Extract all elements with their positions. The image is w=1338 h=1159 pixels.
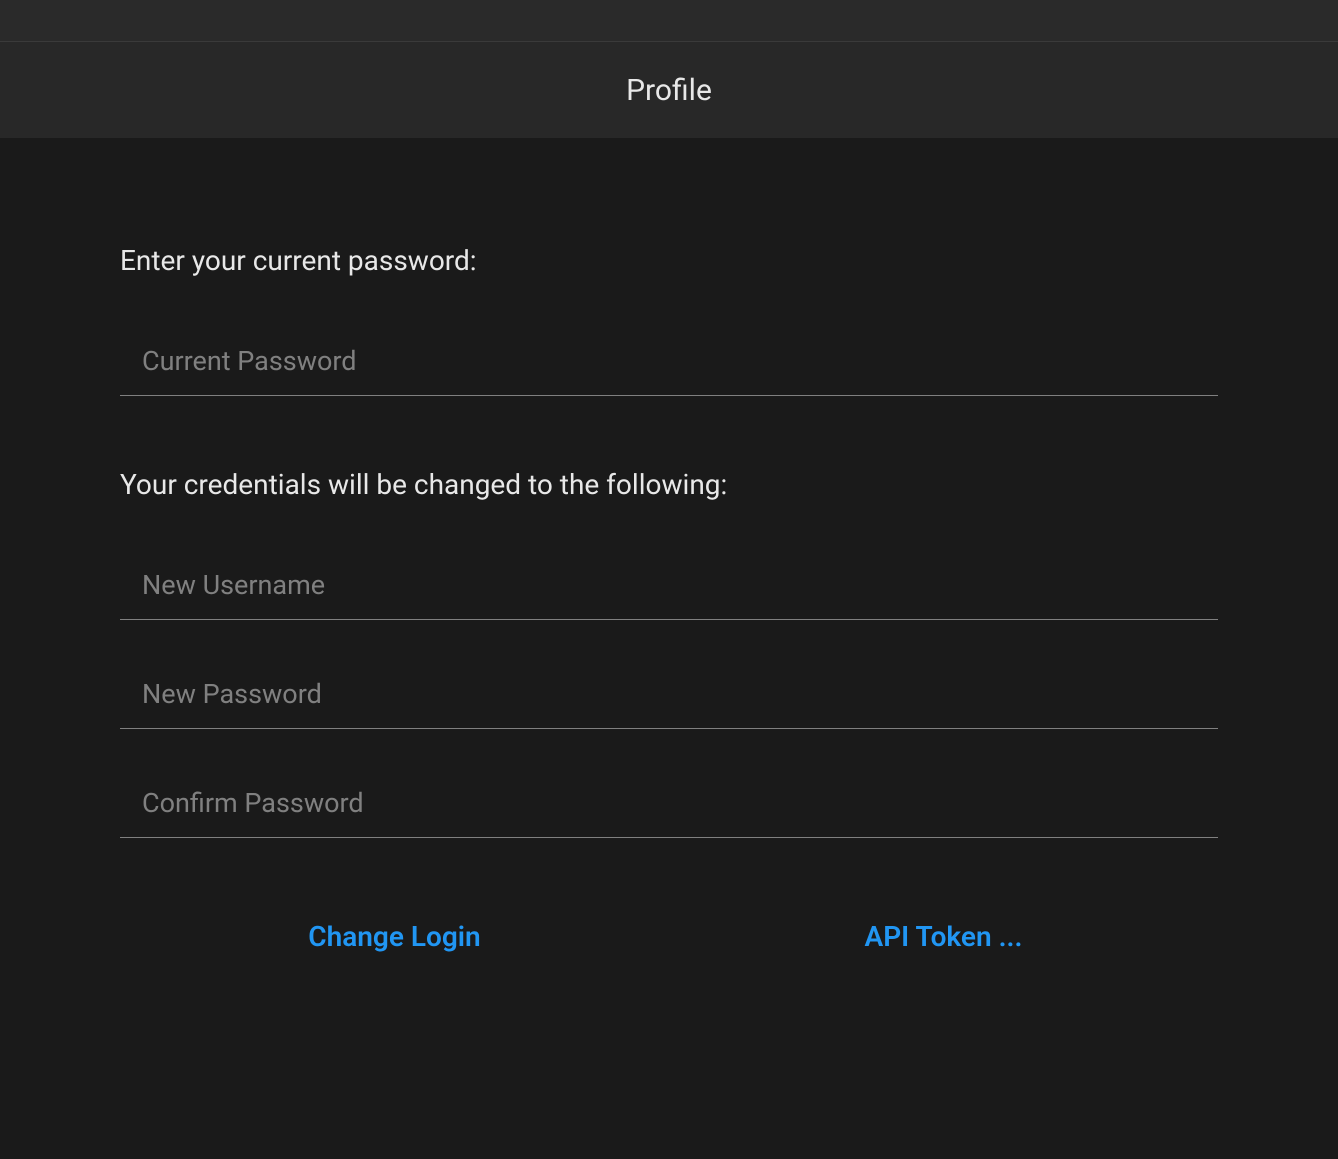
current-password-label: Enter your current password: [120,244,1218,277]
api-token-button[interactable]: API Token ... [669,908,1218,965]
action-buttons: Change Login API Token ... [120,908,1218,965]
top-bar [0,0,1338,42]
confirm-password-input[interactable] [120,769,1218,838]
new-username-input[interactable] [120,551,1218,620]
change-login-button[interactable]: Change Login [120,908,669,965]
new-password-input[interactable] [120,660,1218,729]
page-header: Profile [0,42,1338,139]
page-title: Profile [626,73,712,108]
new-credentials-label: Your credentials will be changed to the … [120,468,1218,501]
profile-form: Enter your current password: Your creden… [0,139,1338,965]
current-password-input[interactable] [120,327,1218,396]
